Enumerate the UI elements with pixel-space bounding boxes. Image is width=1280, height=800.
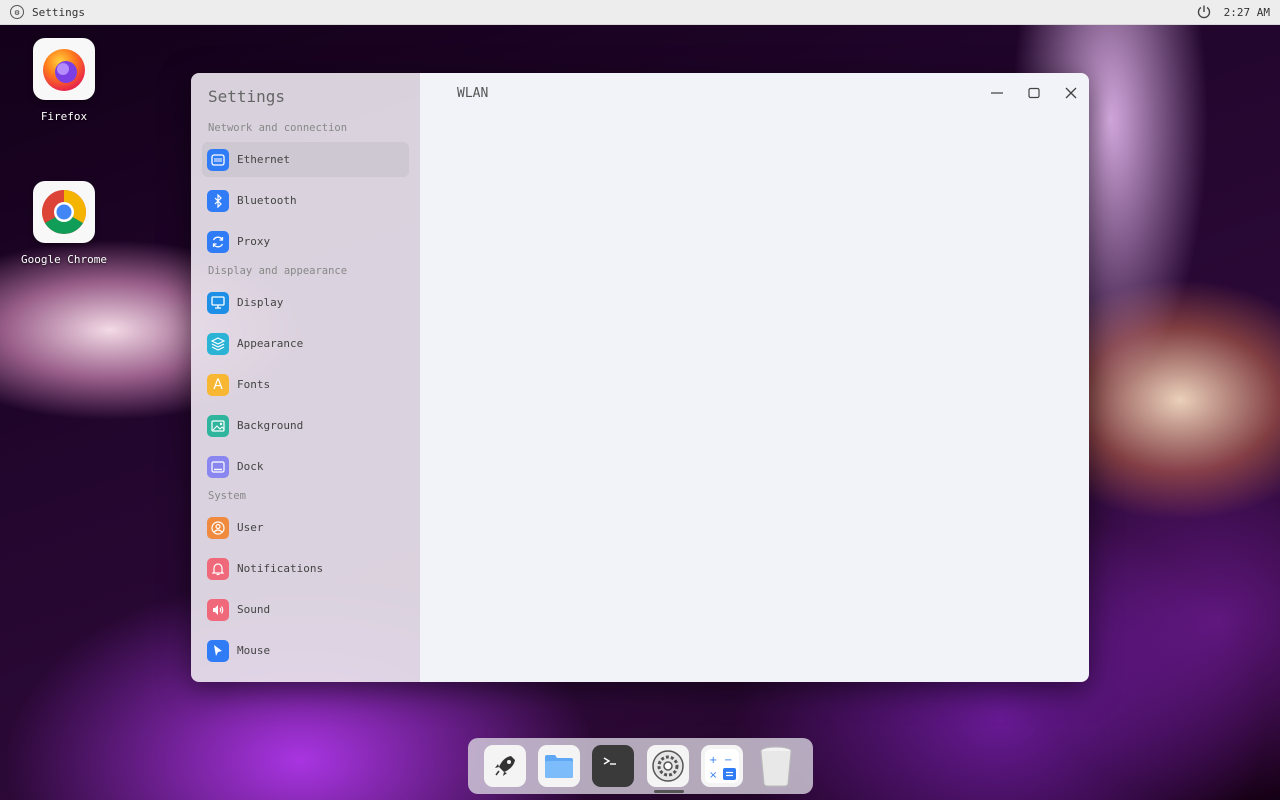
clock[interactable]: 2:27 AM <box>1224 6 1270 19</box>
sidebar-item-label: Display <box>237 296 284 309</box>
minimize-icon <box>991 92 1003 94</box>
sidebar-item-bluetooth[interactable]: Bluetooth <box>202 183 409 218</box>
dock-item-calculator[interactable]: + − × <box>700 745 743 787</box>
terminal-icon <box>604 757 617 765</box>
bluetooth-icon <box>207 189 229 212</box>
close-icon <box>1065 87 1077 99</box>
active-app-title: Settings <box>32 5 85 19</box>
sidebar-item-sound[interactable]: Sound <box>202 592 409 627</box>
trash-icon <box>760 746 792 787</box>
sidebar-item-label: Notifications <box>237 562 324 575</box>
sidebar-item-mouse[interactable]: Mouse <box>202 633 409 668</box>
monitor-icon <box>207 291 229 314</box>
dock-active-indicator <box>654 790 684 793</box>
ethernet-icon <box>207 148 229 171</box>
launcher-rocket-icon <box>495 756 516 776</box>
minimize-button[interactable] <box>987 84 1007 102</box>
image-icon <box>207 414 229 437</box>
dock-item-settings[interactable] <box>646 745 689 787</box>
desktop-icon-chrome[interactable]: Google Chrome <box>9 181 119 266</box>
settings-app-icon: ⚙ <box>10 5 24 19</box>
sidebar-item-label: Sound <box>237 603 271 616</box>
group-label-network: Network and connection <box>208 122 348 134</box>
bell-icon <box>207 557 229 580</box>
sidebar-title: Settings <box>208 87 286 106</box>
dock-item-files[interactable] <box>538 745 581 787</box>
firefox-icon <box>43 49 85 91</box>
settings-sidebar: Settings Network and connection Ethernet… <box>191 73 420 682</box>
desktop-icon-label: Google Chrome <box>20 253 108 266</box>
dock: + − × <box>468 738 813 794</box>
sidebar-item-label: Ethernet <box>237 153 290 166</box>
desktop-icon-label: Firefox <box>40 110 88 123</box>
chrome-icon <box>42 190 86 234</box>
sidebar-item-user[interactable]: User <box>202 510 409 545</box>
desktop-icon-firefox[interactable]: Firefox <box>9 38 119 123</box>
sidebar-item-label: Proxy <box>237 235 271 248</box>
page-title: WLAN <box>457 86 489 101</box>
sidebar-item-label: Dock <box>237 460 264 473</box>
sidebar-item-label: Fonts <box>237 378 271 391</box>
sidebar-item-label: Appearance <box>237 337 304 350</box>
proxy-icon <box>207 230 229 253</box>
group-label-system: System <box>208 490 246 502</box>
top-panel: ⚙ Settings 2:27 AM <box>0 0 1280 25</box>
speaker-icon <box>207 598 229 621</box>
calculator-icon: + − × <box>704 749 739 783</box>
sidebar-item-display[interactable]: Display <box>202 285 409 320</box>
sidebar-item-label: Mouse <box>237 644 271 657</box>
sidebar-item-label: Bluetooth <box>237 194 297 207</box>
sidebar-item-proxy[interactable]: Proxy <box>202 224 409 259</box>
user-icon <box>207 516 229 539</box>
svg-text:+: + <box>709 755 717 766</box>
files-folder-icon <box>545 755 574 778</box>
sidebar-item-label: Background <box>237 419 304 432</box>
sidebar-item-fonts[interactable]: A Fonts <box>202 367 409 402</box>
sidebar-item-ethernet[interactable]: Ethernet <box>202 142 409 177</box>
sidebar-item-dock[interactable]: Dock <box>202 449 409 484</box>
svg-text:−: − <box>724 755 732 766</box>
dock-item-terminal[interactable] <box>592 745 635 787</box>
svg-text:×: × <box>709 770 717 781</box>
layers-icon <box>207 332 229 355</box>
sidebar-item-background[interactable]: Background <box>202 408 409 443</box>
power-icon[interactable] <box>1196 4 1212 20</box>
maximize-icon <box>1028 87 1040 99</box>
dock-item-launcher[interactable] <box>484 745 527 787</box>
dock-item-trash[interactable] <box>755 745 797 787</box>
settings-window: Settings Network and connection Ethernet… <box>191 73 1089 682</box>
sidebar-item-label: User <box>237 521 264 534</box>
maximize-button[interactable] <box>1024 84 1044 102</box>
sidebar-item-notifications[interactable]: Notifications <box>202 551 409 586</box>
settings-content: WLAN <box>420 73 1089 682</box>
dock-icon <box>207 455 229 478</box>
settings-gear-icon <box>651 750 684 782</box>
group-label-display: Display and appearance <box>208 265 348 277</box>
close-button[interactable] <box>1061 84 1081 102</box>
cursor-icon <box>207 639 229 662</box>
font-icon: A <box>207 373 229 396</box>
sidebar-item-appearance[interactable]: Appearance <box>202 326 409 361</box>
